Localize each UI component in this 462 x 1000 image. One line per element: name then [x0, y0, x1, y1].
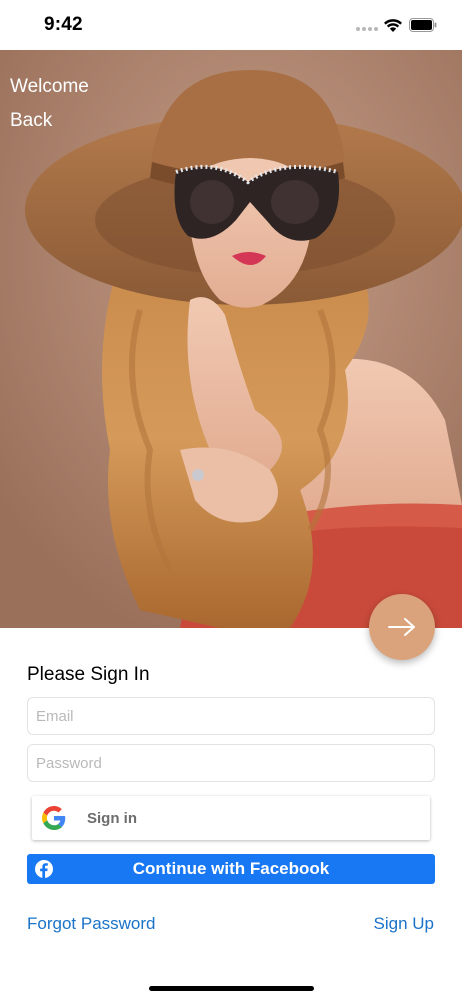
hero-photo: Welcome Back — [0, 50, 462, 628]
facebook-login-label: Continue with Facebook — [132, 859, 330, 878]
welcome-line-2: Back — [10, 110, 53, 131]
google-sign-in-button[interactable]: Sign in — [32, 796, 430, 840]
welcome-heading: Welcome Back — [10, 70, 89, 138]
google-logo-icon — [42, 806, 66, 830]
facebook-logo-icon — [35, 860, 53, 878]
wifi-icon — [384, 19, 402, 32]
status-time: 9:42 — [44, 14, 83, 35]
welcome-line-1: Welcome — [10, 76, 89, 97]
status-bar: 9:42 — [0, 0, 462, 50]
sign-in-title: Please Sign In — [27, 664, 150, 685]
arrow-right-icon — [388, 618, 415, 636]
battery-icon — [409, 18, 437, 32]
sign-up-link[interactable]: Sign Up — [374, 914, 434, 934]
next-button[interactable] — [369, 594, 435, 660]
facebook-login-button[interactable]: Continue with Facebook — [27, 854, 435, 884]
home-indicator — [149, 986, 314, 991]
email-field[interactable] — [27, 697, 435, 735]
sign-in-screen: 9:42 Welcome Back Please Sign In Email S… — [0, 0, 462, 1000]
cellular-signal-icon — [356, 27, 378, 31]
google-sign-in-label: Sign in — [87, 809, 137, 827]
password-field[interactable] — [27, 744, 435, 782]
forgot-password-link[interactable]: Forgot Password — [27, 914, 156, 934]
